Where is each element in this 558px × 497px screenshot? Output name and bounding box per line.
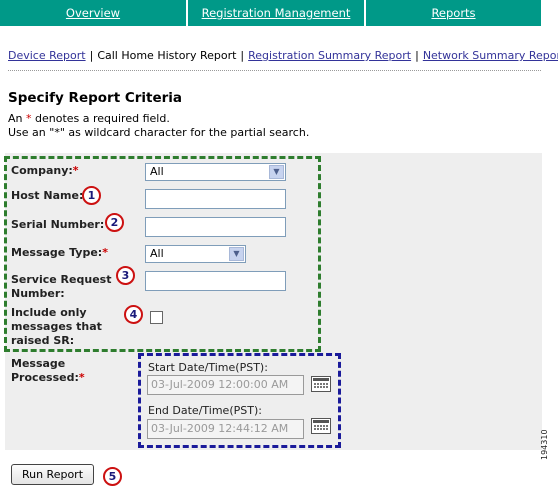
figure-id: 194310 bbox=[540, 429, 549, 460]
divider bbox=[8, 70, 541, 71]
callout-5: 5 bbox=[103, 467, 122, 486]
run-report-button[interactable]: Run Report bbox=[11, 464, 94, 485]
green-dashed-outline bbox=[4, 156, 321, 352]
required-note: An * denotes a required field. bbox=[8, 112, 170, 125]
top-nav-tabs: Overview Registration Management Reports bbox=[0, 0, 541, 26]
blue-dashed-outline bbox=[138, 353, 341, 448]
page-title: Specify Report Criteria bbox=[8, 90, 183, 106]
network-summary-report-link[interactable]: Network Summary Report bbox=[423, 49, 558, 62]
separator: | bbox=[89, 49, 94, 62]
report-links: Device Report | Call Home History Report | R… bbox=[8, 49, 558, 62]
device-report-link[interactable]: Device Report bbox=[8, 49, 86, 62]
separator: | bbox=[240, 49, 245, 62]
call-home-history-report-current: Call Home History Report bbox=[97, 49, 237, 62]
registration-summary-report-link[interactable]: Registration Summary Report bbox=[248, 49, 411, 62]
message-processed-label: Message Processed:* bbox=[11, 357, 85, 384]
wildcard-note: Use an "*" as wildcard character for the… bbox=[8, 126, 310, 139]
separator: | bbox=[415, 49, 419, 62]
tab-registration-management[interactable]: Registration Management bbox=[188, 0, 366, 26]
tab-overview[interactable]: Overview bbox=[0, 0, 188, 26]
tab-reports[interactable]: Reports bbox=[366, 0, 541, 26]
